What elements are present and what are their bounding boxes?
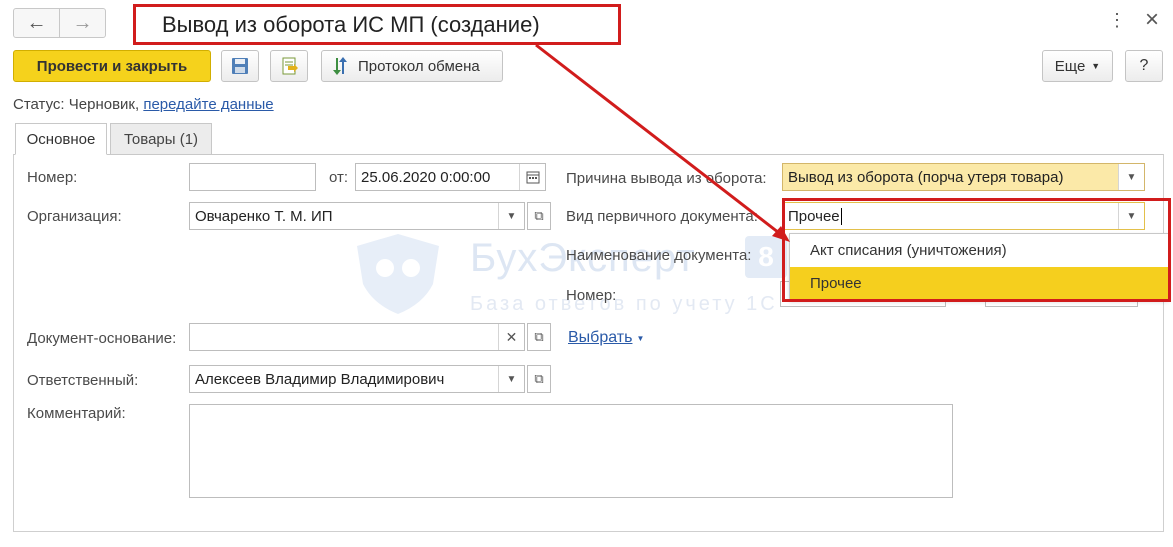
organization-field[interactable]: Овчаренко Т. М. ИП ▼: [189, 202, 525, 230]
forward-icon[interactable]: →: [59, 9, 105, 37]
more-menu-icon[interactable]: ⋮: [1108, 10, 1126, 31]
calendar-icon[interactable]: [519, 164, 545, 190]
save-button[interactable]: [221, 50, 259, 82]
open-responsible-icon[interactable]: ⧉: [527, 365, 551, 393]
nav-arrows: ← →: [13, 8, 106, 38]
watermark-owl-icon: [357, 234, 439, 314]
reason-value: Вывод из оборота (порча утеря товара): [788, 168, 1064, 186]
status-line: Статус: Черновик, передайте данные: [13, 96, 274, 113]
choose-link-group: Выбрать ▼: [568, 329, 644, 347]
post-and-close-button[interactable]: Провести и закрыть: [13, 50, 211, 82]
responsible-label: Ответственный:: [27, 372, 139, 389]
primary-doc-label: Вид первичного документа:: [566, 208, 758, 225]
reason-label: Причина вывода из оборота:: [566, 170, 767, 187]
send-data-link[interactable]: передайте данные: [143, 96, 273, 113]
number-field[interactable]: [189, 163, 316, 191]
chevron-down-icon[interactable]: ▼: [498, 366, 524, 392]
exchange-protocol-button[interactable]: Протокол обмена: [321, 50, 503, 82]
date-label: от:: [329, 169, 349, 186]
organization-value: Овчаренко Т. М. ИП: [195, 207, 333, 225]
comment-label: Комментарий:: [27, 405, 126, 422]
doc-name-label: Наименование документа:: [566, 247, 752, 264]
responsible-field[interactable]: Алексеев Владимир Владимирович ▼: [189, 365, 525, 393]
responsible-value: Алексеев Владимир Владимирович: [195, 370, 445, 388]
status-value: Черновик,: [68, 96, 140, 113]
choose-link[interactable]: Выбрать: [568, 329, 632, 347]
watermark-tagline: База ответов по учету 1С: [470, 293, 778, 315]
date-field[interactable]: 25.06.2020 0:00:00: [355, 163, 546, 191]
reason-field[interactable]: Вывод из оборота (порча утеря товара) ▼: [782, 163, 1145, 191]
page-title: Вывод из оборота ИС МП (создание): [133, 4, 621, 45]
back-icon[interactable]: ←: [14, 9, 59, 37]
base-doc-field[interactable]: ✕: [189, 323, 525, 351]
tab-goods[interactable]: Товары (1): [110, 123, 212, 155]
date-value: 25.06.2020 0:00:00: [361, 168, 491, 186]
open-organization-icon[interactable]: ⧉: [527, 202, 551, 230]
help-button[interactable]: ?: [1125, 50, 1163, 82]
clear-icon[interactable]: ✕: [498, 324, 524, 350]
more-button[interactable]: Еще ▼: [1042, 50, 1113, 82]
chevron-down-icon[interactable]: ▼: [498, 203, 524, 229]
tab-main[interactable]: Основное: [15, 123, 107, 155]
post-document-icon: [282, 57, 298, 75]
number-label: Номер:: [27, 169, 78, 186]
chevron-down-icon[interactable]: ▼: [1118, 164, 1144, 190]
annotation-frame: [782, 198, 1171, 302]
comment-field[interactable]: [189, 404, 953, 498]
post-button[interactable]: [270, 50, 308, 82]
more-label: Еще: [1054, 57, 1086, 75]
chevron-down-icon: ▼: [1091, 61, 1101, 71]
close-icon[interactable]: ×: [1145, 6, 1159, 34]
chevron-down-icon[interactable]: ▼: [636, 334, 644, 343]
doc-number-label: Номер:: [566, 287, 617, 304]
status-label: Статус:: [13, 96, 65, 113]
exchange-arrows-icon: [333, 57, 347, 75]
exchange-protocol-label: Протокол обмена: [358, 57, 480, 75]
organization-label: Организация:: [27, 208, 122, 225]
open-base-doc-icon[interactable]: ⧉: [527, 323, 551, 351]
floppy-disk-icon: [232, 58, 248, 74]
base-doc-label: Документ-основание:: [27, 330, 177, 347]
